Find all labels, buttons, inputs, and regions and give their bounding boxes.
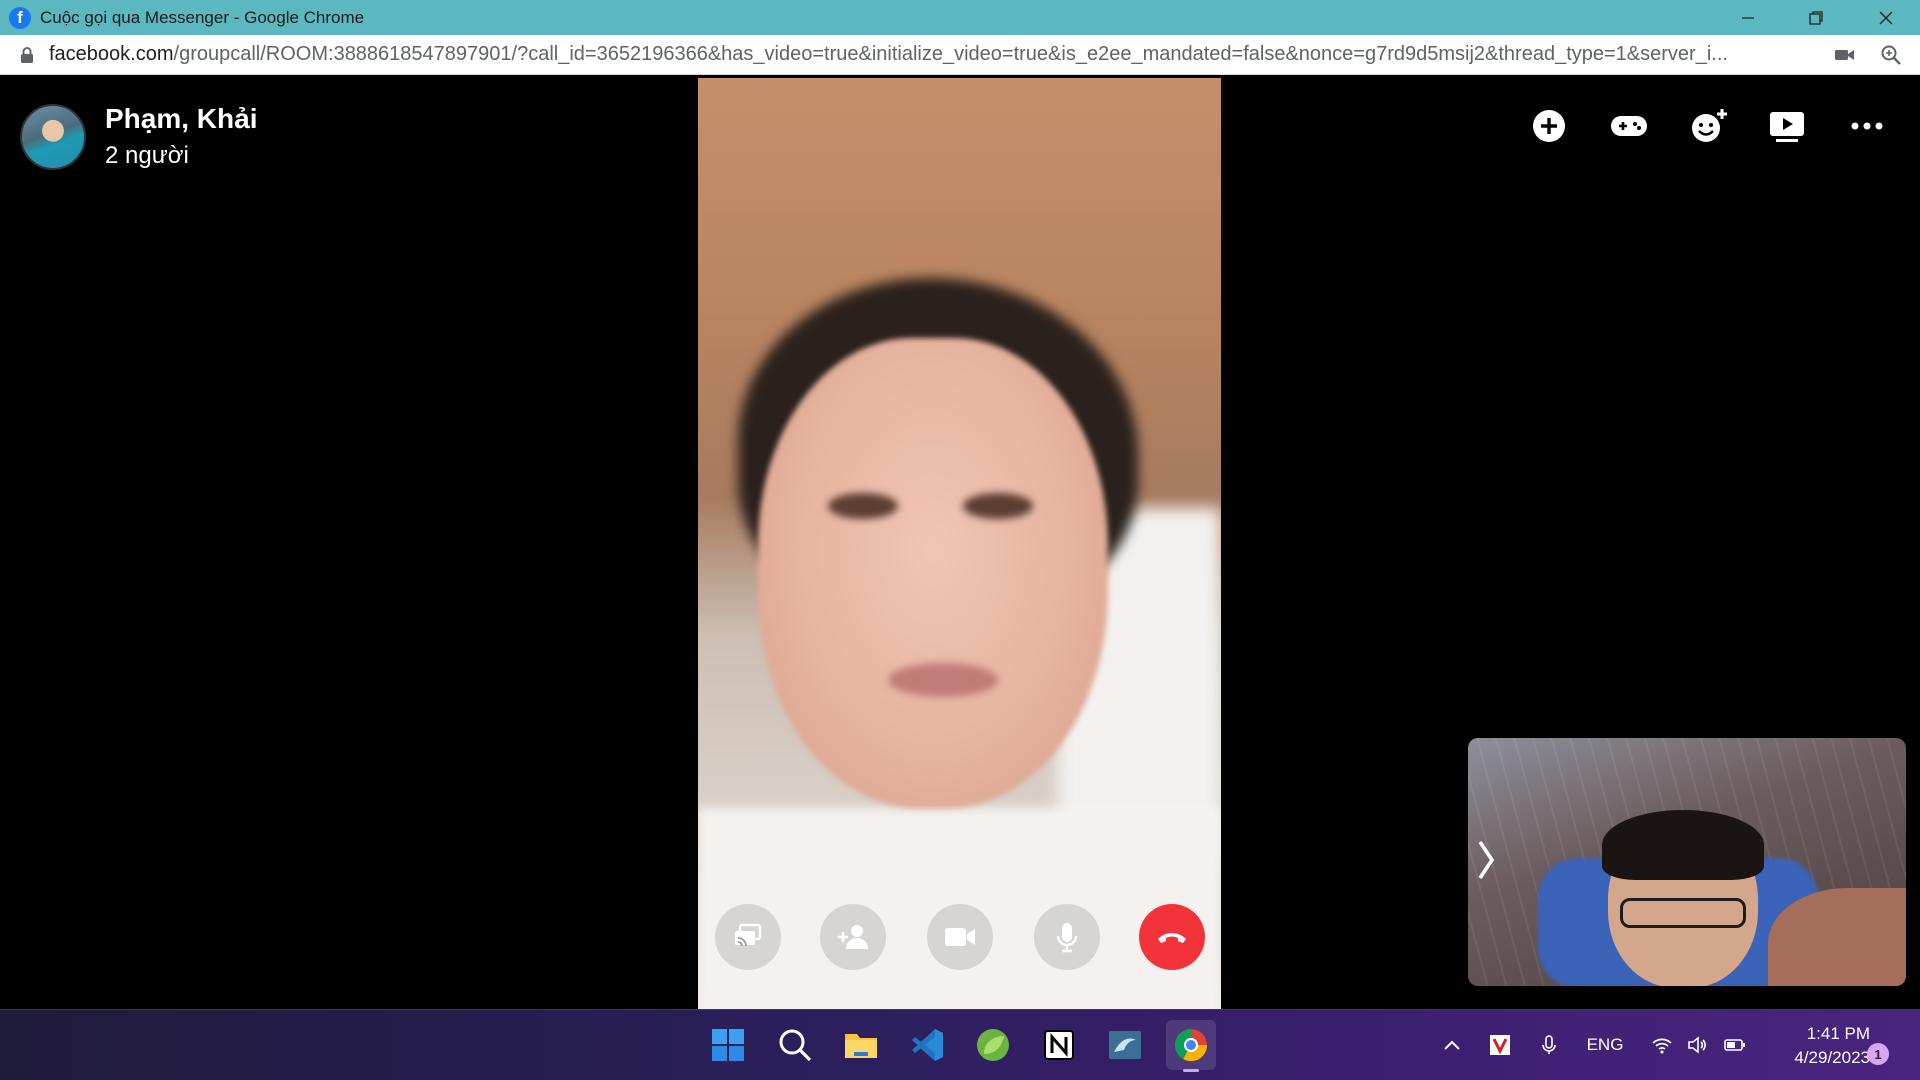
self-video[interactable] [1468,738,1906,986]
share-screen-button[interactable] [715,904,781,970]
microphone-icon [1056,923,1078,953]
facebook-favicon-icon: f [9,6,31,29]
close-icon [1879,11,1893,24]
camera-icon [945,928,975,946]
clock-time: 1:41 PM [1806,1024,1870,1043]
battery-icon [1724,1039,1745,1051]
self-video-glasses [1620,898,1746,928]
window-title: Cuộc gọi qua Messenger - Google Chrome [40,7,365,27]
more-icon [1851,122,1883,130]
url-text[interactable]: facebook.com/groupcall/ROOM:388861854789… [49,43,1829,66]
camera-button[interactable] [927,904,993,970]
clock[interactable]: 1:41 PM 4/29/2023 [1760,1022,1870,1070]
add-person-button[interactable] [820,904,886,970]
microphone-tray-icon [1542,1035,1556,1054]
minimize-button[interactable] [1714,0,1782,35]
wifi-tray[interactable] [1650,1030,1674,1060]
camera-in-use-icon[interactable] [1834,45,1856,65]
battery-tray[interactable] [1722,1030,1748,1060]
chrome-icon [1174,1029,1208,1062]
spring-leaf-icon [977,1029,1009,1061]
avatar[interactable] [20,104,86,170]
close-button[interactable] [1852,0,1920,35]
window-titlebar: f Cuộc gọi qua Messenger - Google Chrome [0,0,1920,35]
search-button[interactable] [770,1020,820,1070]
wifi-icon [1652,1038,1672,1054]
video-eye-right [963,493,1033,519]
url-host: facebook.com [49,43,174,65]
taskbar-google-chrome[interactable] [1166,1020,1216,1072]
video-mouth [888,663,998,697]
clock-date: 4/29/2023 [1794,1048,1870,1067]
share-screen-icon [735,923,762,947]
taskbar-file-explorer[interactable] [836,1020,886,1070]
url-path: /groupcall/ROOM:3888618547897901/?call_i… [173,43,1728,65]
microphone-button[interactable] [1034,904,1100,970]
taskbar-spring-tool[interactable] [968,1020,1018,1070]
running-indicator [1183,1069,1199,1072]
end-call-icon [1158,933,1186,943]
taskbar-mysql-workbench[interactable] [1100,1020,1150,1070]
collapse-chevron-icon[interactable] [1474,838,1498,882]
start-button[interactable] [703,1020,753,1070]
taskbar: ENG 1:41 PM 4/29/2023 1 [0,1009,1920,1080]
windows-logo-icon [712,1029,744,1061]
search-icon [779,1029,812,1062]
restore-button[interactable] [1782,0,1850,35]
speaker-icon [1688,1036,1706,1054]
notification-badge[interactable]: 1 [1867,1043,1889,1065]
notion-icon [1044,1030,1074,1060]
vscode-icon [912,1029,943,1061]
lock-icon[interactable] [18,46,36,64]
app-root: f Cuộc gọi qua Messenger - Google Chrome… [0,0,1920,1080]
minimize-icon [1742,16,1754,19]
self-video-hair [1602,810,1764,880]
end-call-button[interactable] [1139,904,1205,970]
effects-button[interactable] [1687,104,1731,148]
more-button[interactable] [1845,104,1889,148]
games-button[interactable] [1607,104,1651,148]
add-button[interactable] [1527,104,1571,148]
show-hidden-icons-button[interactable] [1440,1030,1464,1060]
dolphin-icon [1109,1031,1141,1059]
taskbar-notion[interactable] [1034,1020,1084,1070]
remote-video[interactable] [698,78,1221,1009]
microphone-tray[interactable] [1537,1030,1561,1060]
volume-tray[interactable] [1685,1030,1709,1060]
chevron-up-icon [1444,1040,1460,1050]
participant-count: 2 người [105,142,189,169]
add-icon [1533,110,1565,142]
address-bar[interactable]: facebook.com/groupcall/ROOM:388861854789… [0,35,1920,75]
folder-icon [845,1034,877,1058]
video-eye-left [828,493,898,519]
watch-together-button[interactable] [1765,104,1809,148]
call-area: Phạm, Khải 2 người [0,76,1920,1009]
unikey-tray[interactable] [1487,1030,1513,1060]
vietnamese-input-icon [1490,1035,1510,1055]
call-title: Phạm, Khải [105,103,258,134]
game-icon [1611,116,1647,136]
zoom-icon[interactable] [1880,44,1902,66]
input-language[interactable]: ENG [1580,1030,1630,1060]
taskbar-vscode[interactable] [902,1020,952,1070]
effects-icon [1692,109,1727,142]
video-face [758,338,1108,808]
add-person-icon [838,925,868,949]
watch-together-icon [1770,112,1804,142]
restore-icon [1809,10,1823,25]
